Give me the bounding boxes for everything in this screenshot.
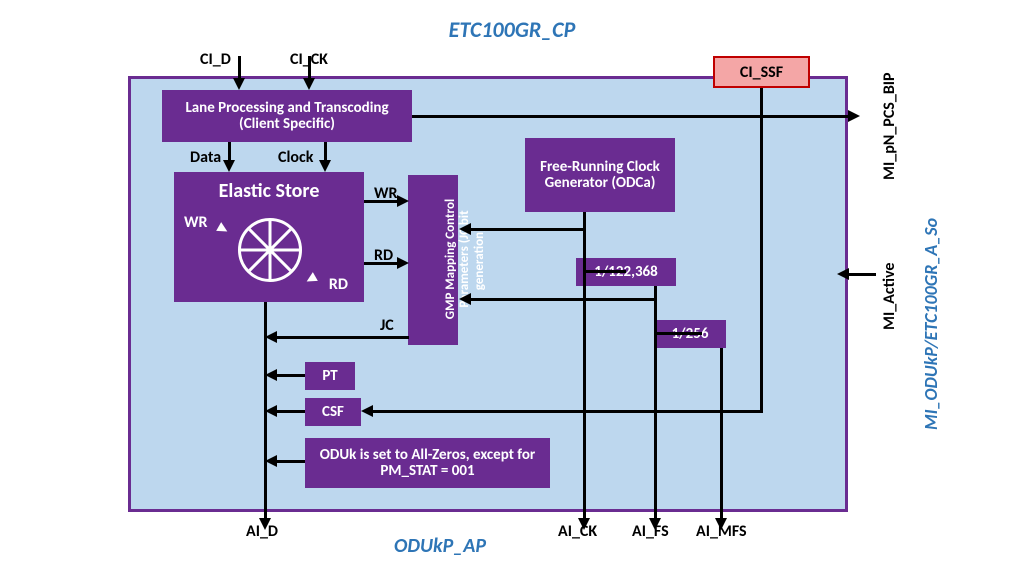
- arrow-icon: [578, 518, 590, 530]
- arrow-icon: [233, 78, 245, 90]
- arrow-icon: [459, 293, 471, 305]
- oduk-zero-block: ODUk is set to All-Zeros, except for PM_…: [305, 438, 550, 488]
- line: [760, 88, 763, 412]
- line: [364, 262, 399, 265]
- ci-d-label: CI_D: [200, 50, 231, 69]
- arrow-icon: [265, 369, 277, 381]
- line: [276, 410, 305, 413]
- arrow-icon: [397, 257, 409, 269]
- wr-arrow-icon: [216, 222, 230, 236]
- line: [372, 410, 763, 413]
- line: [412, 115, 848, 118]
- arrow-icon: [265, 331, 277, 343]
- arrow-icon: [265, 455, 277, 467]
- arrow-icon: [223, 160, 235, 172]
- pt-block: PT: [305, 362, 355, 390]
- title-bottom: ODUkP_AP: [300, 534, 580, 558]
- line: [470, 298, 657, 301]
- csf-label: CSF: [322, 404, 344, 421]
- arrow-icon: [319, 160, 331, 172]
- line: [654, 286, 657, 522]
- wr-inner-label: WR: [184, 214, 208, 232]
- arrow-icon: [459, 223, 471, 235]
- clock-label: Clock: [278, 148, 313, 167]
- line: [364, 200, 399, 203]
- ci-ssf-block: CI_SSF: [713, 56, 810, 88]
- elastic-label: Elastic Store: [176, 180, 362, 202]
- line: [308, 56, 311, 80]
- title-top: ETC100GR_CP: [0, 16, 1024, 43]
- line: [583, 212, 586, 522]
- line: [276, 336, 409, 339]
- arrow-icon: [265, 405, 277, 417]
- side-title: MI_ODUkP/ETC100GR_A_So: [920, 218, 942, 430]
- line: [720, 348, 723, 522]
- gmp-block: GMP Mapping Control Parameters (JC bit g…: [408, 175, 458, 345]
- csf-block: CSF: [305, 398, 361, 426]
- arrow-icon: [259, 518, 271, 530]
- oduk-zero-label: ODUk is set to All-Zeros, except for PM_…: [307, 447, 548, 480]
- arrow-icon: [397, 195, 409, 207]
- arrow-icon: [361, 405, 373, 417]
- line: [238, 56, 241, 80]
- arrow-icon: [848, 110, 860, 122]
- line: [848, 273, 876, 276]
- lane-block: Lane Processing and Transcoding (Client …: [162, 90, 412, 142]
- freerun-block: Free-Running Clock Generator (ODCa): [525, 138, 675, 212]
- freerun-label: Free-Running Clock Generator (ODCa): [527, 159, 673, 192]
- arrow-icon: [715, 518, 727, 530]
- arrow-icon: [303, 78, 315, 90]
- line: [276, 374, 305, 377]
- pt-label: PT: [322, 368, 337, 385]
- mi-pcs-bip-label: MI_pN_PCS_BIP: [880, 72, 899, 180]
- line: [586, 270, 626, 273]
- lane-label: Lane Processing and Transcoding (Client …: [164, 100, 410, 133]
- jc-label: JC: [380, 316, 394, 335]
- wheel-icon: [238, 218, 302, 282]
- mi-active-label: MI_Active: [880, 263, 899, 330]
- rd-inner-label: RD: [329, 276, 348, 294]
- gmp-label: GMP Mapping Control Parameters (JC bit g…: [444, 179, 487, 339]
- arrow-icon: [649, 518, 661, 530]
- line: [406, 336, 409, 339]
- data-label: Data: [190, 148, 221, 167]
- line: [276, 460, 305, 463]
- arrow-icon: [837, 268, 849, 280]
- ci-ssf-label: CI_SSF: [740, 63, 783, 82]
- line: [470, 228, 586, 231]
- line: [654, 332, 702, 335]
- rd-arrow-icon: [304, 272, 318, 286]
- elastic-block: Elastic Store WR RD: [174, 172, 364, 302]
